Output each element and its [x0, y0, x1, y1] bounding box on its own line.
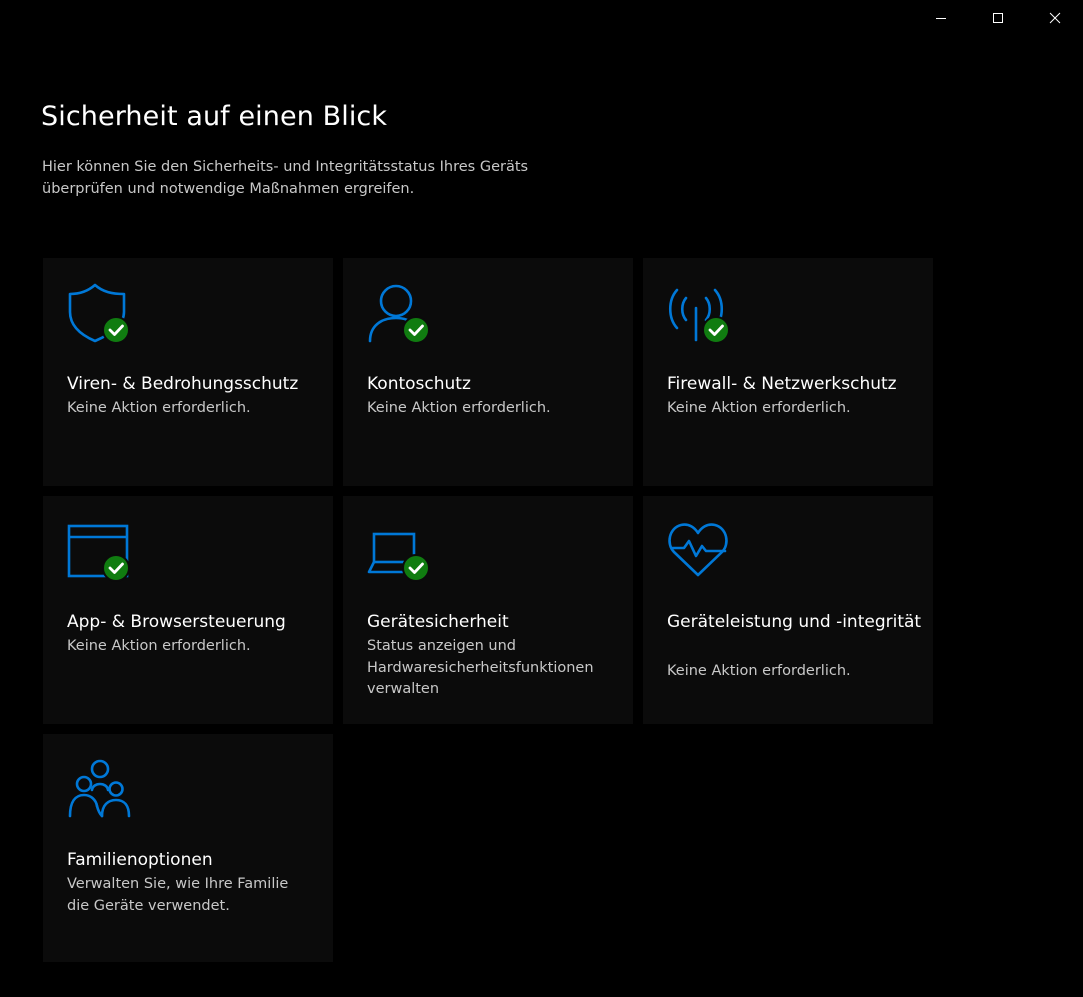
- browser-window-icon: [67, 524, 130, 582]
- tile-description: Keine Aktion erforderlich.: [67, 400, 251, 416]
- maximize-button[interactable]: [969, 0, 1026, 36]
- tile-title: Geräteleistung und -integrität: [667, 612, 922, 632]
- tile-family-options[interactable]: Familienoptionen Verwalten Sie, wie Ihre…: [43, 734, 333, 962]
- tile-app-browser-control[interactable]: App- & Browsersteuerung Keine Aktion erf…: [43, 496, 333, 724]
- check-badge-icon: [402, 554, 430, 582]
- page-title: Sicherheit auf einen Blick: [41, 101, 388, 132]
- maximize-icon: [992, 13, 1003, 23]
- check-badge-icon: [702, 316, 730, 344]
- tile-description: Keine Aktion erforderlich.: [667, 400, 851, 416]
- check-badge-icon: [402, 316, 430, 344]
- title-bar: [0, 0, 1083, 36]
- tile-description: Keine Aktion erforderlich.: [67, 638, 251, 654]
- family-icon: [68, 759, 131, 818]
- tile-device-performance-health[interactable]: Geräteleistung und -integrität Keine Akt…: [643, 496, 933, 724]
- tile-title: Kontoschutz: [367, 374, 471, 394]
- tile-description: Keine Aktion erforderlich.: [667, 663, 851, 679]
- tile-title: Gerätesicherheit: [367, 612, 509, 632]
- tile-title: Viren- & Bedrohungsschutz: [67, 374, 299, 394]
- person-icon: [368, 284, 430, 344]
- tile-account-protection[interactable]: Kontoschutz Keine Aktion erforderlich.: [343, 258, 633, 486]
- tile-virus-threat-protection[interactable]: Viren- & Bedrohungsschutz Keine Aktion e…: [43, 258, 333, 486]
- minimize-button[interactable]: [912, 0, 969, 36]
- check-badge-icon: [102, 316, 130, 344]
- tile-firewall-network-protection[interactable]: Firewall- & Netzwerkschutz Keine Aktion …: [643, 258, 933, 486]
- tile-description: Status anzeigen und Hardwaresicherheitsf…: [367, 638, 594, 697]
- tile-description: Keine Aktion erforderlich.: [367, 400, 551, 416]
- close-button[interactable]: [1026, 0, 1083, 36]
- antenna-icon: [668, 288, 730, 344]
- page-subtitle: Hier können Sie den Sicherheits- und Int…: [42, 159, 529, 197]
- laptop-icon: [367, 532, 430, 582]
- tile-title: Familienoptionen: [67, 850, 213, 870]
- tile-title: App- & Browsersteuerung: [67, 612, 286, 632]
- minimize-icon: [935, 18, 946, 19]
- tile-device-security[interactable]: Gerätesicherheit Status anzeigen und Har…: [343, 496, 633, 724]
- tile-description: Verwalten Sie, wie Ihre Familie die Gerä…: [67, 876, 289, 914]
- close-icon: [1049, 12, 1060, 24]
- heart-pulse-icon: [668, 523, 728, 577]
- tile-title: Firewall- & Netzwerkschutz: [667, 374, 897, 394]
- shield-icon: [68, 283, 130, 344]
- check-badge-icon: [102, 554, 130, 582]
